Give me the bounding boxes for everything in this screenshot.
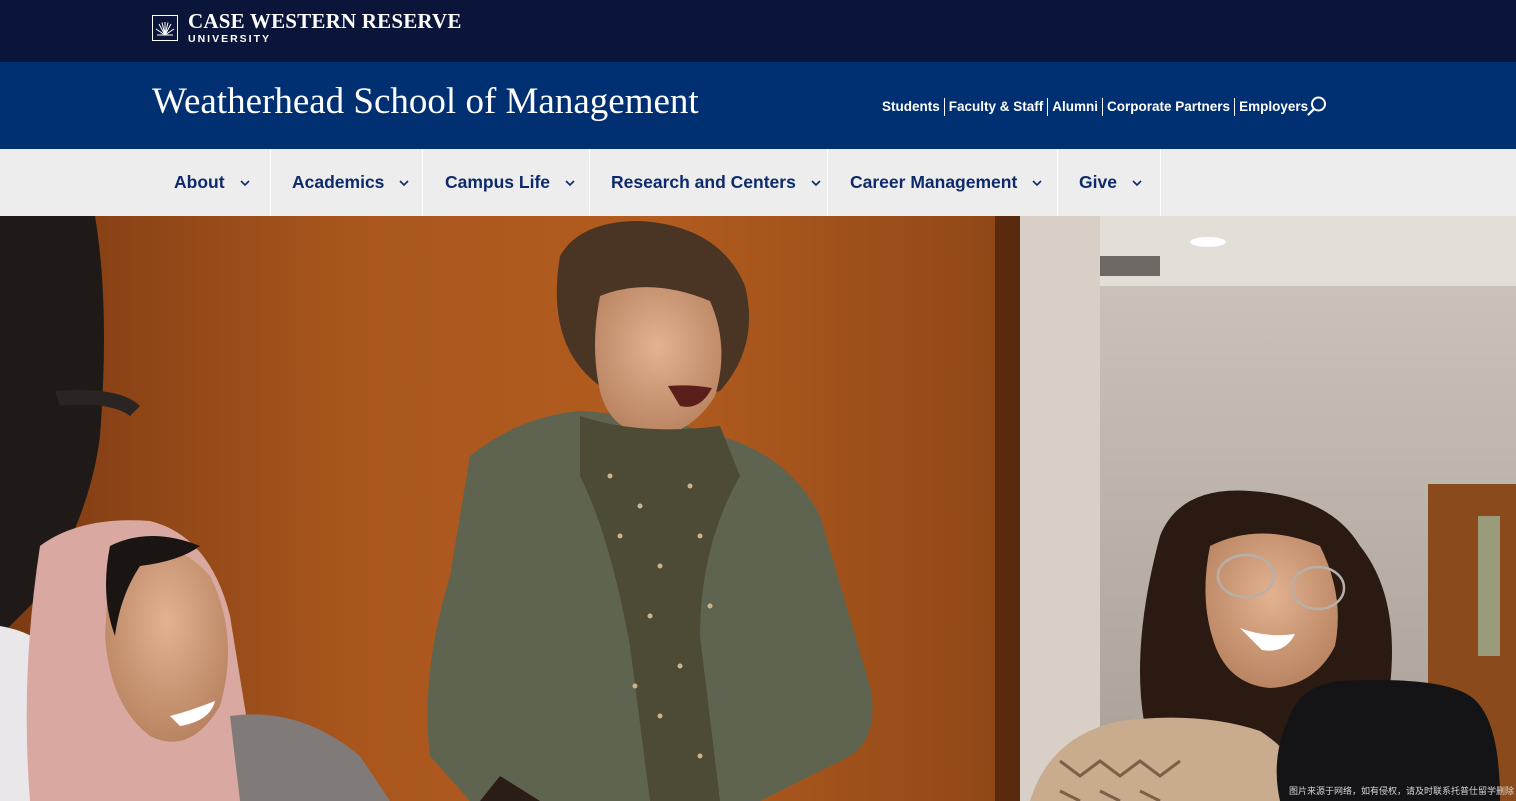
search-icon: [1307, 96, 1326, 116]
university-name: CASE WESTERN RESERVE: [188, 9, 462, 34]
school-title-link[interactable]: Weatherhead School of Management: [152, 80, 699, 123]
chevron-down-icon: [810, 177, 822, 189]
nav-item-academics[interactable]: Academics: [271, 149, 423, 216]
nav-item-campus-life[interactable]: Campus Life: [423, 149, 590, 216]
nav-item-label: Give: [1079, 172, 1117, 192]
university-bar: CASE WESTERN RESERVE UNIVERSITY: [0, 0, 1516, 62]
hero-image: 图片来源于网络，如有侵权，请及时联系托普仕留学删除: [0, 216, 1516, 801]
search-button[interactable]: [1306, 95, 1328, 117]
hero-photo: [0, 216, 1516, 801]
chevron-down-icon: [398, 177, 410, 189]
audience-link-employers[interactable]: Employers: [1234, 98, 1312, 116]
chevron-down-icon: [1131, 177, 1143, 189]
audience-link-corporate-partners[interactable]: Corporate Partners: [1102, 98, 1234, 116]
audience-link-faculty-staff[interactable]: Faculty & Staff: [943, 98, 1048, 116]
audience-link-students[interactable]: Students: [882, 98, 944, 116]
nav-item-label: Academics: [292, 172, 385, 192]
chevron-down-icon: [1031, 177, 1043, 189]
university-subtitle: UNIVERSITY: [188, 33, 272, 46]
nav-item-research-and-centers[interactable]: Research and Centers: [590, 149, 828, 216]
university-logo[interactable]: CASE WESTERN RESERVE UNIVERSITY: [152, 9, 462, 46]
nav-item-career-management[interactable]: Career Management: [828, 149, 1058, 216]
nav-item-about[interactable]: About: [152, 149, 271, 216]
nav-item-label: Campus Life: [445, 172, 551, 192]
main-nav: About Academics Campus Life Research and…: [0, 149, 1516, 216]
chevron-down-icon: [239, 177, 251, 189]
school-header: Weatherhead School of Management Student…: [0, 62, 1516, 149]
hero-watermark: 图片来源于网络，如有侵权，请及时联系托普仕留学删除: [1288, 787, 1514, 797]
university-seal-icon: [152, 15, 178, 41]
chevron-down-icon: [564, 177, 576, 189]
nav-item-label: Research and Centers: [611, 172, 796, 192]
nav-item-label: About: [174, 172, 225, 192]
audience-links: Students Faculty & Staff Alumni Corporat…: [882, 98, 1312, 116]
audience-link-alumni[interactable]: Alumni: [1047, 98, 1102, 116]
nav-item-give[interactable]: Give: [1058, 149, 1161, 216]
nav-item-label: Career Management: [850, 172, 1018, 192]
